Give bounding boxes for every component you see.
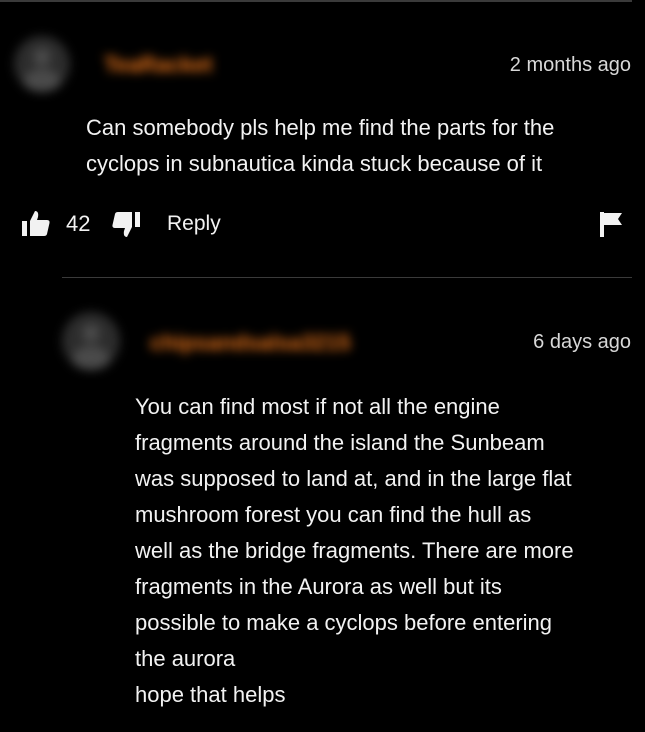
thumbs-down-icon[interactable] — [110, 208, 142, 240]
like-count: 42 — [66, 211, 91, 236]
reply-divider — [62, 277, 632, 278]
avatar[interactable] — [14, 36, 70, 92]
reply-button[interactable]: Reply — [167, 212, 221, 236]
reply-body-line: was supposed to land at, and in the larg… — [135, 466, 572, 491]
reply-body-line: hope that helps — [135, 682, 286, 707]
comment-body-line: Can somebody pls help me find the parts … — [86, 115, 555, 140]
reply-body: You can find most if not all the engine … — [135, 389, 640, 713]
reply-timestamp: 6 days ago — [533, 331, 631, 353]
thumbs-up-icon[interactable] — [20, 208, 52, 240]
reply-username[interactable]: chipsandsalsa3215 — [150, 330, 351, 356]
top-divider — [0, 0, 632, 2]
comment-body-line: cyclops in subnautica kinda stuck becaus… — [86, 151, 543, 176]
comment-body: Can somebody pls help me find the parts … — [86, 110, 626, 182]
reply-body-line: well as the bridge fragments. There are … — [135, 538, 574, 563]
reply-body-line: mushroom forest you can find the hull as — [135, 502, 532, 527]
reply-body-line: fragments around the island the Sunbeam — [135, 430, 545, 455]
reply-body-line: the aurora — [135, 646, 236, 671]
flag-icon[interactable] — [598, 210, 624, 238]
comment-timestamp: 2 months ago — [509, 54, 631, 76]
avatar[interactable] — [62, 312, 120, 370]
reply-body-line: You can find most if not all the engine — [135, 394, 500, 419]
reply-body-line: possible to make a cyclops before enteri… — [135, 610, 553, 635]
comment-actions: 42 Reply — [0, 200, 645, 250]
reply-body-line: fragments in the Aurora as well but its — [135, 574, 502, 599]
comment-username[interactable]: TeaRacket — [104, 52, 212, 78]
